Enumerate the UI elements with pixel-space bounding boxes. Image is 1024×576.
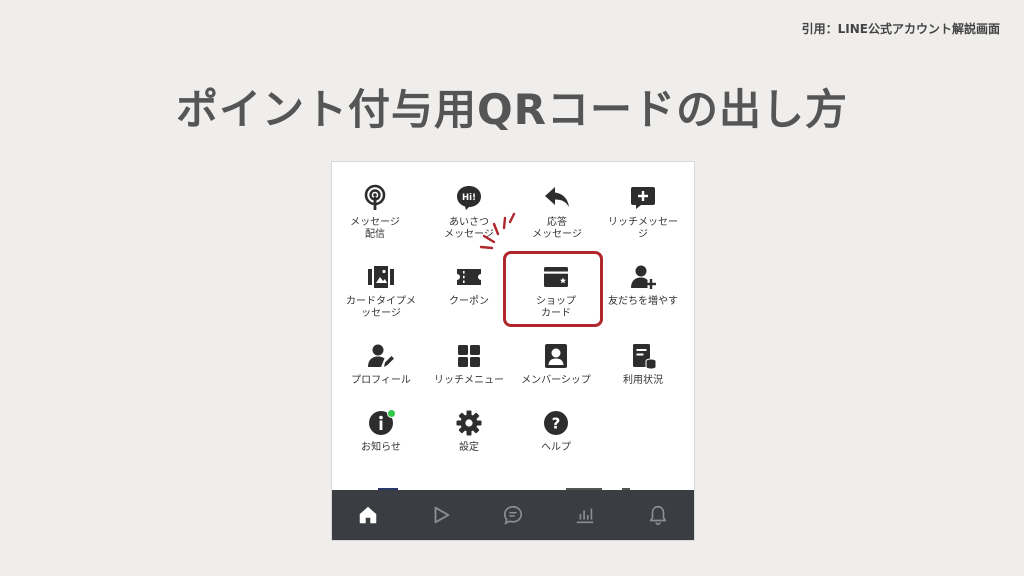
menu-item-label: 設定: [459, 442, 479, 453]
hi-bubble-icon: Hi!: [455, 184, 483, 212]
usage-icon: [629, 342, 657, 370]
profile-edit-icon: [367, 342, 395, 370]
nav-chat[interactable]: [493, 495, 533, 535]
menu-item-add-friends[interactable]: 友だちを増やす: [598, 263, 688, 333]
menu-item-settings[interactable]: 設定: [424, 409, 514, 479]
notification-dot: [387, 409, 396, 418]
help-icon: ?: [542, 409, 570, 437]
menu-item-label: ヘルプ: [541, 442, 571, 453]
rich-message-icon: [629, 184, 657, 212]
menu-item-profile[interactable]: プロフィール: [336, 342, 426, 412]
menu-item-help[interactable]: ? ヘルプ: [511, 409, 601, 479]
svg-text:Hi!: Hi!: [462, 193, 476, 203]
menu-item-label: 友だちを増やす: [608, 296, 678, 307]
nav-analytics[interactable]: [565, 495, 605, 535]
emphasis-marks: [479, 212, 516, 250]
citation: 引用：LINE公式アカウント解説画面: [801, 22, 1000, 36]
menu-item-notices[interactable]: お知らせ: [336, 409, 426, 479]
bell-icon: [649, 505, 666, 525]
menu-item-rich-message[interactable]: リッチメッセー ジ: [598, 184, 688, 254]
nav-timeline[interactable]: [421, 495, 461, 535]
gear-icon: [455, 409, 483, 437]
shop-card-highlight: [503, 251, 603, 327]
rich-menu-icon: [455, 342, 483, 370]
home-icon: [359, 506, 377, 524]
menu-item-label: メッセージ 配信: [350, 217, 400, 240]
menu-item-auto-reply[interactable]: 応答 メッセージ: [512, 184, 602, 254]
chat-icon: [503, 505, 523, 525]
nav-home[interactable]: [348, 495, 388, 535]
broadcast-icon: [361, 184, 389, 212]
bottom-nav: [332, 490, 694, 540]
add-friend-icon: [629, 263, 657, 291]
coupon-icon: [455, 263, 483, 291]
nav-notifications[interactable]: [638, 495, 678, 535]
menu-item-label: リッチメッセー ジ: [608, 217, 678, 240]
menu-item-membership[interactable]: メンバーシップ: [511, 342, 601, 412]
menu-item-coupon[interactable]: クーポン: [424, 263, 514, 333]
menu-item-message-broadcast[interactable]: メッセージ 配信: [332, 184, 420, 254]
info-icon: [367, 409, 396, 437]
menu-item-label: 応答 メッセージ: [532, 217, 582, 240]
membership-icon: [542, 342, 570, 370]
menu-item-label: メンバーシップ: [521, 375, 591, 386]
menu-item-rich-menu[interactable]: リッチメニュー: [424, 342, 514, 412]
phone-screen: メッセージ 配信 Hi! あいさつ メッセージ 応答 メッセージ リッチメッセー…: [331, 161, 695, 541]
menu-grid: メッセージ 配信 Hi! あいさつ メッセージ 応答 メッセージ リッチメッセー…: [332, 162, 694, 492]
menu-item-label: カードタイプメ ッセージ: [346, 296, 416, 319]
menu-item-label: クーポン: [449, 296, 489, 307]
chart-icon: [577, 508, 594, 524]
menu-item-label: お知らせ: [361, 442, 401, 453]
menu-item-label: 利用状況: [623, 375, 663, 386]
menu-item-label: プロフィール: [351, 375, 411, 386]
page-title: ポイント付与用QRコードの出し方: [175, 85, 849, 134]
svg-text:?: ?: [552, 415, 561, 433]
play-icon: [434, 506, 449, 524]
menu-item-usage[interactable]: 利用状況: [598, 342, 688, 412]
menu-item-label: リッチメニュー: [434, 375, 504, 386]
reply-arrow-icon: [543, 184, 571, 212]
menu-item-card-type-message[interactable]: カードタイプメ ッセージ: [336, 263, 426, 333]
card-type-icon: [367, 263, 395, 291]
